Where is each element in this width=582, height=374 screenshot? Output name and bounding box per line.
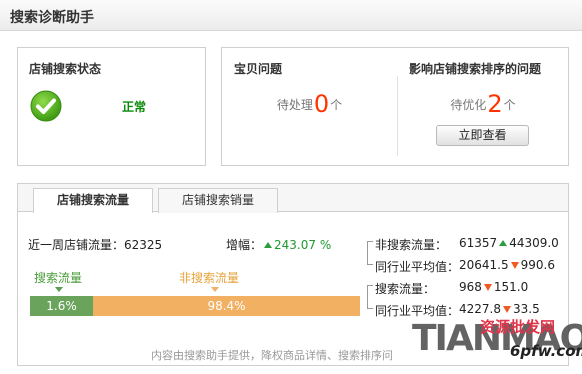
down-arrow-icon	[510, 262, 519, 269]
legend-search-traffic: 搜索流量	[34, 271, 83, 285]
stat-values: 968 151.0	[459, 280, 528, 294]
stat-row-nonsearch: 非搜索流量： 61357 44309.0	[375, 236, 559, 253]
stat-label: 同行业平均值：	[375, 260, 460, 274]
ranking-issues-prefix: 待优化	[450, 98, 487, 112]
legend-pointer-orange-icon	[211, 287, 219, 292]
ranking-issues-title: 影响店铺搜索排序的问题	[409, 62, 542, 76]
stat-value: 61357	[459, 236, 498, 250]
traffic-tabbar: 店铺搜索流量 店铺搜索销量	[18, 184, 568, 213]
shop-status-title: 店铺搜索状态	[29, 62, 102, 76]
stats-bracket-nonsearch	[367, 241, 373, 265]
stat-row-nonsearch-avg: 同行业平均值： 20641.5 990.6	[375, 258, 555, 275]
watermark-logo: TIANMAO 资源批发网 6pfw.com	[410, 312, 582, 374]
tab-search-traffic[interactable]: 店铺搜索流量	[33, 188, 153, 213]
growth-rate: 增幅： 243.07 %	[226, 236, 331, 253]
ranking-issues-section: 影响店铺搜索排序的问题 待优化2个 立即查看	[398, 48, 568, 165]
footer-note: 内容由搜索助手提供，降权商品详情、搜索排序问	[151, 349, 393, 362]
growth-label: 增幅：	[226, 238, 263, 252]
item-issues-count[interactable]: 0	[314, 90, 329, 118]
search-share-segment: 1.6%	[30, 296, 93, 316]
up-arrow-icon	[264, 242, 273, 248]
ranking-issues-line: 待优化2个	[398, 90, 568, 118]
item-issues-prefix: 待处理	[276, 98, 313, 112]
stats-bracket-search	[367, 285, 373, 309]
watermark-cn: 资源批发网	[480, 318, 556, 336]
ranking-issues-unit: 个	[503, 98, 516, 112]
stat-values: 61357 44309.0	[459, 236, 559, 250]
stat-change: 44309.0	[509, 236, 559, 250]
legend-pointer-green-icon	[55, 287, 63, 292]
item-issues-line: 待处理0个	[222, 90, 397, 118]
growth-value: 243.07 %	[274, 238, 332, 252]
ranking-issues-count[interactable]: 2	[487, 90, 502, 118]
stat-label: 搜索流量：	[375, 282, 436, 296]
shop-status-value: 正常	[122, 100, 147, 114]
item-issues-section: 宝贝问题 待处理0个	[222, 48, 397, 165]
check-circle-icon	[30, 90, 62, 122]
legend-nonsearch-traffic: 非搜索流量	[179, 271, 240, 285]
window-titlebar: 搜索诊断助手	[0, 0, 582, 31]
stat-change: 151.0	[493, 280, 529, 294]
stat-values: 20641.5 990.6	[459, 258, 555, 272]
down-arrow-icon	[483, 284, 492, 291]
stat-value: 20641.5	[459, 258, 509, 272]
stat-change: 990.6	[520, 258, 555, 272]
view-now-button[interactable]: 立即查看	[436, 125, 529, 146]
week-traffic-total: 近一周店铺流量：62325	[28, 238, 163, 252]
stat-label: 非搜索流量：	[375, 238, 448, 252]
item-issues-unit: 个	[330, 98, 343, 112]
stat-row-search: 搜索流量： 968 151.0	[375, 280, 528, 297]
tab-search-sales[interactable]: 店铺搜索销量	[158, 188, 278, 213]
stat-value: 968	[459, 280, 482, 294]
up-arrow-icon	[499, 240, 508, 246]
issues-panel: 宝贝问题 待处理0个 影响店铺搜索排序的问题 待优化2个 立即查看	[221, 47, 569, 166]
nonsearch-share-segment: 98.4%	[207, 299, 246, 313]
window-title: 搜索诊断助手	[10, 10, 94, 26]
shop-status-panel: 店铺搜索状态 正常	[17, 47, 206, 166]
item-issues-title: 宝贝问题	[234, 62, 283, 76]
traffic-share-bar: 1.6% 98.4%	[30, 296, 360, 316]
watermark-url: 6pfw.com	[510, 342, 582, 360]
